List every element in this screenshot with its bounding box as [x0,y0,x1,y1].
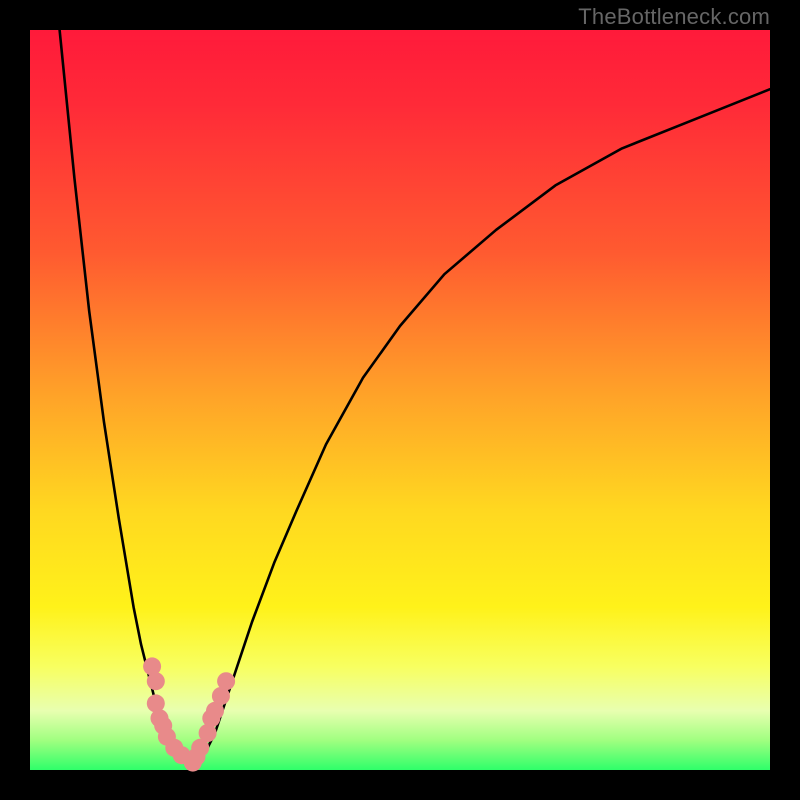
curve-left-branch [60,30,193,766]
marker-point [217,672,235,690]
chart-svg [30,30,770,770]
watermark-text: TheBottleneck.com [578,4,770,30]
plot-area [30,30,770,770]
chart-frame: TheBottleneck.com [0,0,800,800]
marker-point [147,672,165,690]
curve-right-branch [193,89,770,766]
